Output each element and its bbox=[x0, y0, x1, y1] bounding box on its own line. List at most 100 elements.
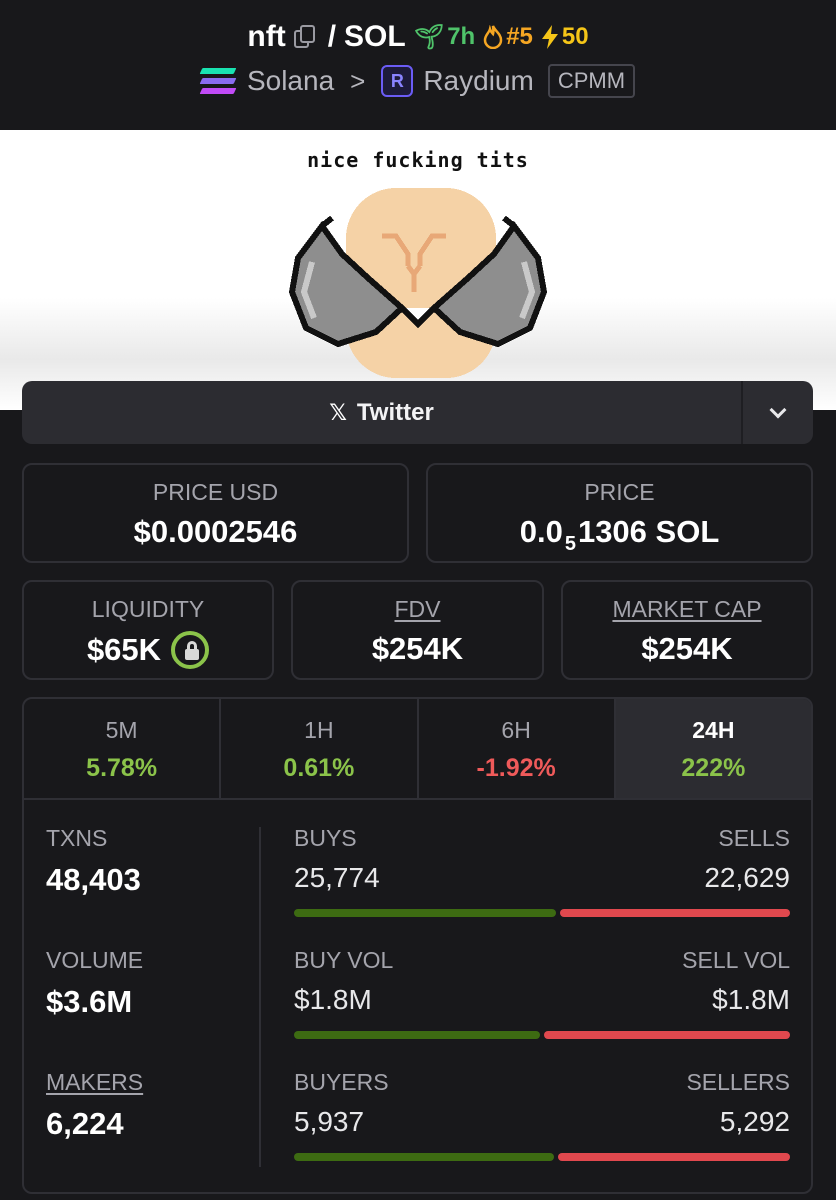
quote-symbol: SOL bbox=[344, 20, 406, 53]
pool-type-badge: CPMM bbox=[547, 64, 636, 98]
tab-1h[interactable]: 1H 0.61% bbox=[221, 699, 419, 798]
trending-badge[interactable]: #5 bbox=[483, 23, 533, 51]
sell-vol-bar-fill bbox=[544, 1031, 790, 1039]
column-divider bbox=[259, 827, 261, 1167]
liquidity-value-row: $65K bbox=[24, 631, 272, 669]
twitter-button[interactable]: 𝕏 Twitter bbox=[22, 381, 741, 444]
txns-metric: TXNS 48,403 bbox=[46, 825, 258, 947]
chain-name[interactable]: Solana bbox=[247, 65, 334, 97]
fdv-value: $254K bbox=[371, 631, 464, 666]
tab-24h-change: 222% bbox=[681, 754, 746, 782]
tab-24h-label: 24H bbox=[692, 717, 735, 743]
buys-sells-bar bbox=[294, 909, 790, 917]
buyers-value: 5,937 bbox=[294, 1106, 365, 1137]
sells-label: SELLS bbox=[718, 825, 790, 851]
buy-vol-value: $1.8M bbox=[294, 984, 372, 1015]
buy-vol-label: BUY VOL bbox=[294, 947, 394, 973]
timeframe-tabs: 5M 5.78% 1H 0.61% 6H -1.92% 24H 222% bbox=[24, 699, 811, 800]
age-badge: 🌱︎ 7h bbox=[414, 23, 475, 52]
token-banner: nice fucking tits bbox=[0, 130, 836, 410]
banner-caption: nice fucking tits bbox=[307, 148, 529, 172]
tab-5m-change: 5.78% bbox=[86, 754, 158, 782]
socials-expand-button[interactable] bbox=[741, 381, 813, 444]
buys-value: 25,774 bbox=[294, 862, 380, 893]
dex-name[interactable]: Raydium bbox=[423, 65, 533, 97]
price-native-prefix: 0.0 bbox=[519, 514, 563, 549]
volume-metric: VOLUME $3.6M bbox=[46, 947, 258, 1069]
buyers-bar-fill bbox=[294, 1153, 554, 1161]
tab-5m[interactable]: 5M 5.78% bbox=[24, 699, 222, 798]
boost-badge[interactable]: 50 bbox=[541, 23, 589, 51]
txns-value: 48,403 bbox=[46, 862, 141, 897]
price-native-card: PRICE 0.0 5 1306 SOL bbox=[426, 463, 813, 563]
buyers-sellers-bar bbox=[294, 1153, 790, 1161]
price-native-value: 0.0 5 1306 SOL bbox=[428, 514, 811, 555]
buyers-label: BUYERS bbox=[294, 1069, 389, 1095]
pair-header: nft / SOL 🌱︎ 7h #5 50 Solana > R Raydium… bbox=[0, 0, 836, 130]
x-icon: 𝕏 bbox=[329, 399, 347, 425]
txns-label: TXNS bbox=[46, 825, 108, 851]
tab-1h-label: 1H bbox=[304, 717, 334, 743]
chevron-down-icon bbox=[769, 401, 787, 418]
buys-label: BUYS bbox=[294, 825, 357, 851]
makers-value: 6,224 bbox=[46, 1106, 124, 1141]
sellers-bar-fill bbox=[558, 1153, 790, 1161]
lightning-icon bbox=[541, 25, 558, 49]
twitter-label: Twitter bbox=[356, 398, 434, 426]
tab-24h[interactable]: 24H 222% bbox=[615, 699, 811, 798]
fire-icon bbox=[483, 25, 503, 49]
tab-6h-change: -1.92% bbox=[476, 754, 556, 782]
price-usd-card: PRICE USD $0.0002546 bbox=[22, 463, 409, 563]
banner-pixel-art bbox=[288, 188, 548, 378]
buys-bar-fill bbox=[294, 909, 556, 917]
volume-value: $3.6M bbox=[46, 984, 133, 1019]
totals-column: TXNS 48,403 VOLUME $3.6M MAKERS 6,224 bbox=[46, 825, 258, 1191]
trading-stats-panel: 5M 5.78% 1H 0.61% 6H -1.92% 24H 222% TXN… bbox=[22, 697, 813, 1194]
socials-bar: 𝕏 Twitter bbox=[22, 381, 813, 444]
price-native-zero-count: 5 bbox=[564, 532, 576, 555]
makers-label[interactable]: MAKERS bbox=[46, 1069, 258, 1096]
price-native-suffix: 1306 SOL bbox=[577, 514, 720, 549]
sells-value: 22,629 bbox=[704, 862, 790, 893]
buy-vol-bar-fill bbox=[294, 1031, 540, 1039]
tab-6h[interactable]: 6H -1.92% bbox=[419, 699, 616, 798]
buyers-sellers-split: BUYERS SELLERS 5,937 5,292 bbox=[294, 1069, 790, 1191]
price-usd-label: PRICE USD bbox=[152, 479, 279, 505]
trending-rank: #5 bbox=[506, 23, 533, 50]
price-usd-value: $0.0002546 bbox=[133, 514, 298, 549]
fdv-card: FDV $254K bbox=[291, 580, 544, 680]
volume-bar bbox=[294, 1031, 790, 1039]
tab-1h-change: 0.61% bbox=[283, 754, 355, 782]
pair-separator: / bbox=[327, 20, 337, 53]
sell-vol-label: SELL VOL bbox=[682, 947, 790, 973]
fdv-label[interactable]: FDV bbox=[293, 596, 542, 623]
sells-bar-fill bbox=[560, 909, 790, 917]
solana-logo bbox=[199, 68, 237, 94]
liquidity-card: LIQUIDITY $65K bbox=[22, 580, 274, 680]
tab-6h-label: 6H bbox=[501, 717, 531, 743]
buys-sells-split: BUYS SELLS 25,774 22,629 bbox=[294, 825, 790, 947]
tab-5m-label: 5M bbox=[105, 717, 138, 743]
volume-label: VOLUME bbox=[46, 947, 144, 973]
market-cap-label[interactable]: MARKET CAP bbox=[563, 596, 811, 623]
volume-split: BUY VOL SELL VOL $1.8M $1.8M bbox=[294, 947, 790, 1069]
boost-count: 50 bbox=[561, 23, 589, 50]
market-cap-card: MARKET CAP $254K bbox=[561, 580, 813, 680]
market-cap-value: $254K bbox=[641, 631, 733, 666]
age-value: 7h bbox=[447, 23, 476, 50]
makers-metric: MAKERS 6,224 bbox=[46, 1069, 258, 1191]
liquidity-value: $65K bbox=[86, 632, 162, 667]
chevron-right-icon: > bbox=[350, 65, 366, 96]
buy-sell-column: BUYS SELLS 25,774 22,629 BUY VOL SELL VO… bbox=[294, 825, 790, 1191]
chain-dex-row: Solana > R Raydium CPMM bbox=[0, 64, 836, 98]
copy-icon[interactable] bbox=[293, 25, 316, 49]
liquidity-label: LIQUIDITY bbox=[91, 596, 205, 622]
sell-vol-value: $1.8M bbox=[712, 984, 790, 1015]
raydium-logo: R bbox=[381, 65, 414, 97]
sellers-value: 5,292 bbox=[719, 1106, 790, 1137]
lock-icon[interactable] bbox=[171, 631, 210, 669]
sprout-icon: 🌱︎ bbox=[413, 23, 445, 51]
token-symbol: nft bbox=[247, 20, 286, 53]
pair-title-row: nft / SOL 🌱︎ 7h #5 50 bbox=[0, 20, 836, 54]
sellers-label: SELLERS bbox=[686, 1069, 790, 1095]
